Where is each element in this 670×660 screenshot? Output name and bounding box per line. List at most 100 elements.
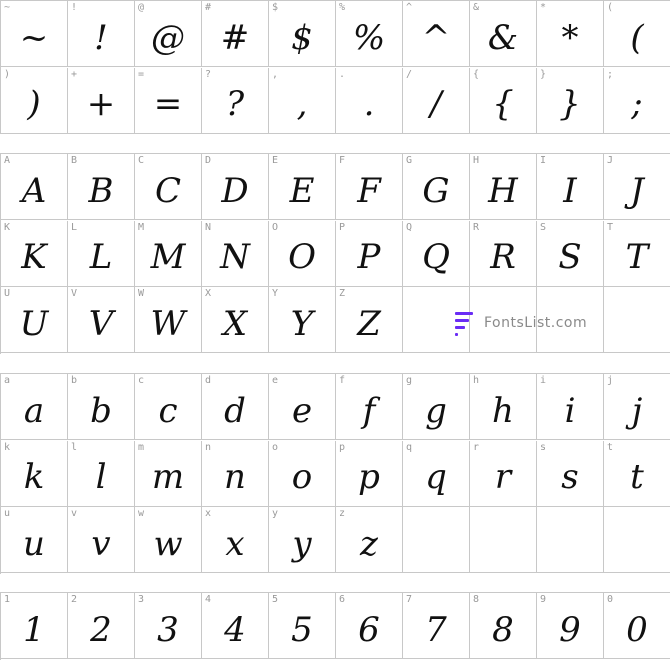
glyph-sample: E bbox=[289, 170, 315, 211]
glyph-label: 0 bbox=[607, 594, 614, 605]
glyph-label: * bbox=[540, 2, 547, 13]
glyph-sample: M bbox=[150, 237, 186, 278]
glyph-label: R bbox=[473, 221, 480, 233]
glyph-cell: VV bbox=[68, 287, 135, 354]
glyph-cell: ~ ~ bbox=[1, 1, 68, 67]
glyph-label: ? bbox=[205, 68, 212, 80]
glyph-cell: = = bbox=[135, 67, 202, 134]
glyph-cell: zz bbox=[336, 507, 403, 574]
glyph-label: , bbox=[272, 68, 279, 80]
glyph-cell: FF bbox=[336, 154, 403, 220]
glyph-sample: D bbox=[221, 170, 249, 211]
glyph-label: G bbox=[406, 155, 413, 166]
glyph-cell: nn bbox=[202, 440, 269, 507]
glyph-label: U bbox=[4, 288, 11, 300]
glyph-sample: m bbox=[151, 457, 185, 498]
glyph-cell: 33 bbox=[135, 593, 202, 659]
glyph-label: H bbox=[473, 155, 480, 166]
glyph-cell: * * bbox=[537, 1, 604, 67]
glyph-cell: NN bbox=[202, 220, 269, 287]
glyph-label: f bbox=[339, 375, 346, 386]
glyph-sample: r bbox=[494, 457, 512, 498]
glyph-label: I bbox=[540, 155, 547, 166]
glyph-cell: RR bbox=[470, 220, 537, 287]
glyph-sample: + bbox=[86, 84, 116, 124]
glyph-sample: Q bbox=[422, 237, 450, 278]
glyph-sample: X bbox=[222, 303, 248, 344]
glyph-cell: + + bbox=[68, 67, 135, 134]
glyph-label: k bbox=[4, 441, 11, 453]
glyph-sample: O bbox=[288, 237, 316, 278]
glyph-sample: T bbox=[625, 237, 649, 278]
glyph-cell: DD bbox=[202, 154, 269, 220]
glyph-sample: / bbox=[430, 84, 442, 124]
glyph-sample: K bbox=[21, 237, 47, 278]
glyph-sample: 7 bbox=[425, 609, 447, 650]
glyph-label: l bbox=[71, 441, 78, 453]
lowercase-grid: aabbccddeeffgghhiijjkkllmmnnooppqqrrsstt… bbox=[0, 373, 670, 574]
glyph-cell: @ @ bbox=[135, 1, 202, 67]
glyph-label: X bbox=[205, 288, 212, 300]
glyph-sample: R bbox=[490, 237, 516, 278]
glyph-sample: $ bbox=[291, 17, 313, 58]
glyph-sample: } bbox=[559, 84, 581, 124]
glyph-cell: / / bbox=[403, 67, 470, 134]
glyph-label: d bbox=[205, 375, 212, 386]
fontslist-logo-text: FontsList.com bbox=[484, 315, 588, 331]
glyph-sample: k bbox=[23, 457, 45, 498]
glyph-cell: ff bbox=[336, 374, 403, 440]
glyph-sample: ^ bbox=[421, 17, 451, 58]
glyph-label: + bbox=[71, 68, 78, 80]
glyph-sample: W bbox=[150, 303, 186, 344]
glyph-label: A bbox=[4, 155, 11, 166]
fontslist-logo: FontsList.com bbox=[452, 308, 587, 338]
glyph-label: P bbox=[339, 221, 346, 233]
glyph-label: 2 bbox=[71, 594, 78, 605]
glyph-cell: jj bbox=[604, 374, 670, 440]
glyph-sample: h bbox=[492, 390, 514, 431]
glyph-sample: Y bbox=[290, 303, 314, 344]
glyph-cell: pp bbox=[336, 440, 403, 507]
glyph-cell: ss bbox=[537, 440, 604, 507]
glyph-label: t bbox=[607, 441, 614, 453]
glyph-cell: aa bbox=[1, 374, 68, 440]
glyph-cell: ZZ bbox=[336, 287, 403, 354]
glyph-cell: kk bbox=[1, 440, 68, 507]
glyph-cell: II bbox=[537, 154, 604, 220]
glyph-sample: s bbox=[561, 457, 579, 498]
glyph-sample: & bbox=[487, 17, 519, 58]
glyph-cell: ^ ^ bbox=[403, 1, 470, 67]
glyph-sample: ; bbox=[631, 84, 643, 124]
glyph-cell bbox=[403, 507, 470, 574]
glyph-cell: ll bbox=[68, 440, 135, 507]
glyph-cell: YY bbox=[269, 287, 336, 354]
glyph-cell: KK bbox=[1, 220, 68, 287]
glyph-cell: HH bbox=[470, 154, 537, 220]
glyph-label: m bbox=[138, 441, 145, 453]
glyph-label: = bbox=[138, 68, 145, 80]
glyph-sample: 0 bbox=[626, 609, 648, 650]
glyph-sample: d bbox=[224, 390, 246, 431]
digits-grid: 11223344556677889900 bbox=[0, 592, 670, 660]
glyph-label: T bbox=[607, 221, 614, 233]
glyph-sample: L bbox=[89, 237, 113, 278]
glyph-label: 9 bbox=[540, 594, 547, 605]
glyph-sample: j bbox=[631, 390, 643, 431]
glyph-label: F bbox=[339, 155, 346, 166]
glyph-cell: JJ bbox=[604, 154, 670, 220]
glyph-label: h bbox=[473, 375, 480, 386]
glyph-cell: ww bbox=[135, 507, 202, 574]
glyph-sample: * bbox=[561, 17, 579, 58]
glyph-sample: ! bbox=[94, 17, 108, 58]
glyph-cell bbox=[604, 507, 670, 574]
glyph-cell: LL bbox=[68, 220, 135, 287]
glyph-label: 7 bbox=[406, 594, 413, 605]
glyph-cell: dd bbox=[202, 374, 269, 440]
glyph-sample: ~ bbox=[19, 17, 49, 58]
glyph-cell bbox=[470, 507, 537, 574]
glyph-label: W bbox=[138, 288, 145, 300]
glyph-cell: 22 bbox=[68, 593, 135, 659]
glyph-cell: BB bbox=[68, 154, 135, 220]
glyph-label: r bbox=[473, 441, 480, 453]
glyph-sample: f bbox=[362, 390, 376, 431]
